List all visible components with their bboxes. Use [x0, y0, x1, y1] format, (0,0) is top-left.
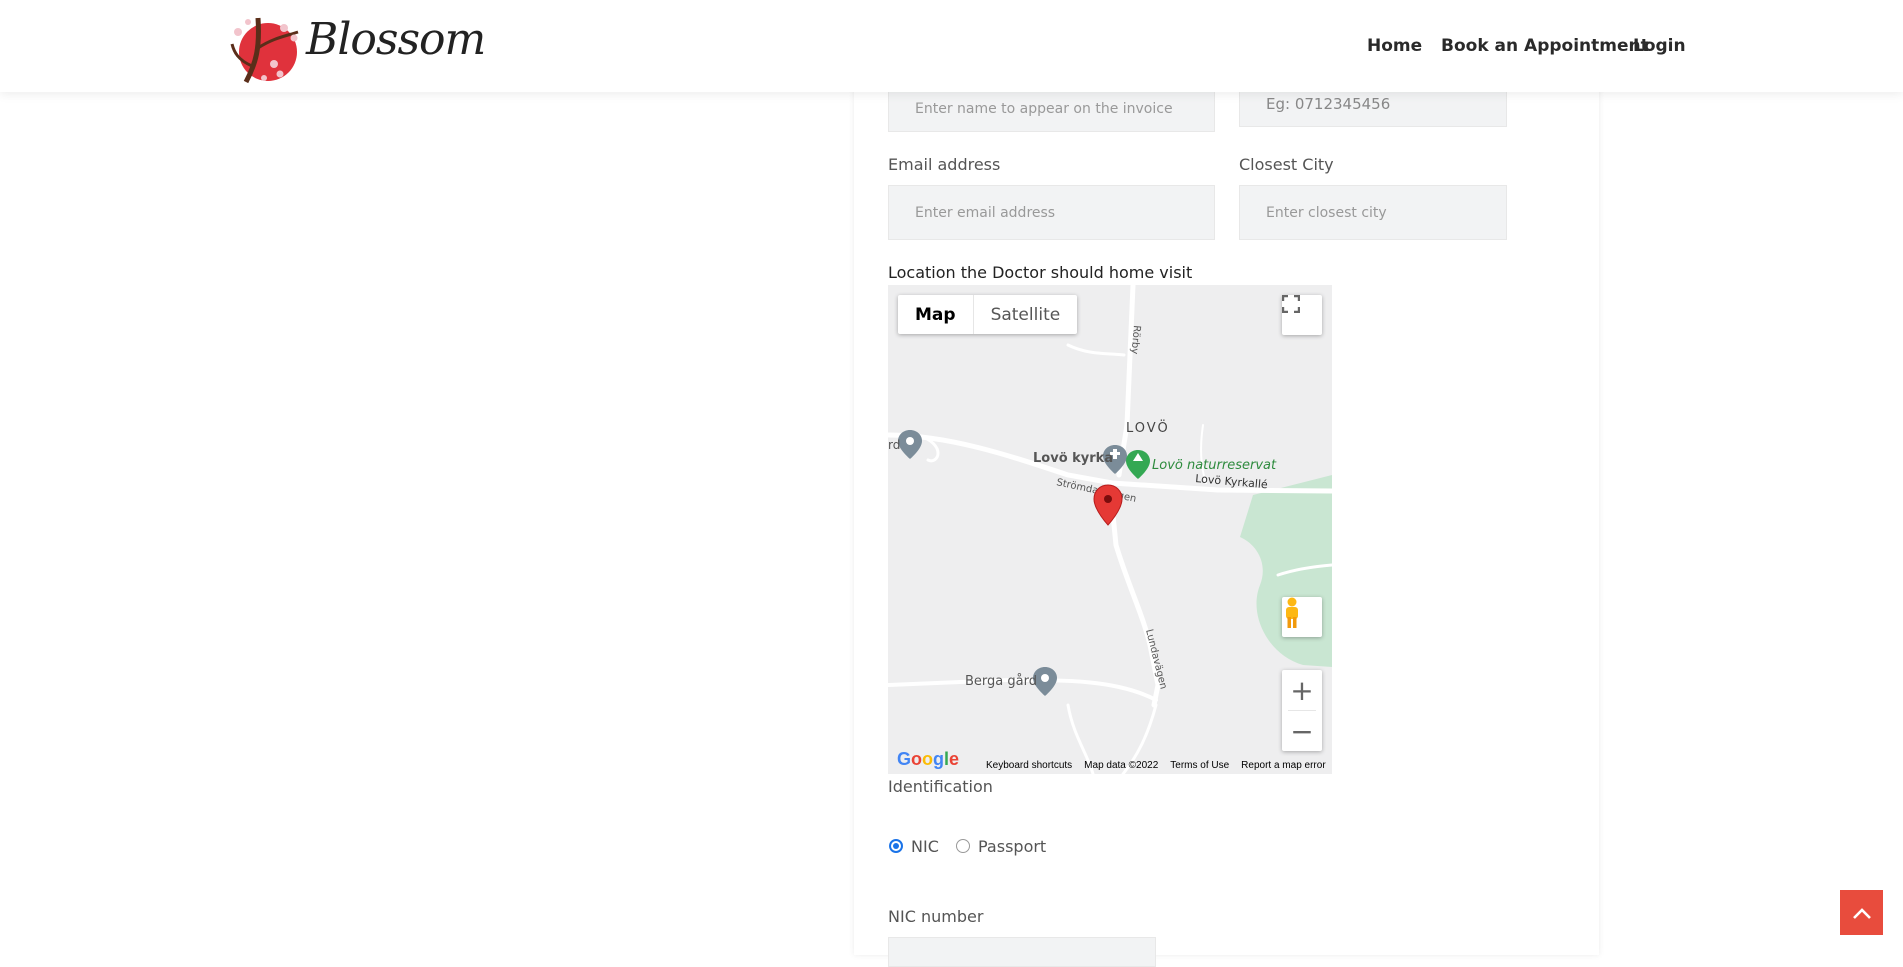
map-place-naturreservat: Lovö naturreservat	[1152, 458, 1277, 473]
nic-number-input[interactable]	[888, 937, 1156, 967]
road-north-spur	[1066, 343, 1126, 357]
email-input[interactable]: Enter email address	[888, 185, 1215, 240]
nav-book-appointment[interactable]: Book an Appointment	[1441, 36, 1649, 56]
radio-passport-label[interactable]: Passport	[978, 837, 1046, 856]
map-road-lunda: Lundavägen	[1143, 628, 1169, 690]
email-placeholder: Enter email address	[915, 204, 1056, 221]
radio-passport[interactable]	[956, 839, 970, 853]
zoom-out-button[interactable]: −	[1282, 711, 1322, 751]
map-type-map-button[interactable]: Map	[898, 295, 974, 334]
google-logo[interactable]: Google	[897, 749, 959, 770]
radio-nic[interactable]	[889, 839, 903, 853]
fullscreen-icon	[1282, 295, 1300, 313]
blossom-logo-icon	[230, 17, 299, 84]
map-canvas[interactable]: LOVÖ Rörby Strömdalsvägen Lovö Kyrkallé …	[888, 285, 1332, 774]
identification-label: Identification	[888, 777, 993, 796]
nic-number-label: NIC number	[888, 907, 984, 926]
zoom-control: + −	[1282, 670, 1322, 751]
city-input[interactable]: Enter closest city	[1239, 185, 1507, 240]
nav-home[interactable]: Home	[1367, 36, 1422, 56]
map-type-control: Map Satellite	[898, 295, 1078, 334]
keyboard-shortcuts-link[interactable]: Keyboard shortcuts	[986, 760, 1072, 771]
location-marker-icon[interactable]	[1093, 484, 1123, 526]
email-label: Email address	[888, 155, 1001, 174]
chevron-up-icon	[1852, 907, 1871, 919]
location-map[interactable]: LOVÖ Rörby Strömdalsvägen Lovö Kyrkallé …	[888, 285, 1332, 774]
location-label: Location the Doctor should home visit	[888, 263, 1193, 282]
poi-pin-west-icon	[898, 430, 922, 459]
street-view-pegman[interactable]	[1282, 597, 1322, 637]
zoom-in-button[interactable]: +	[1282, 670, 1322, 710]
brand-logo[interactable]: Blossom	[228, 8, 486, 88]
site-header: Blossom Home Book an Appointment Login	[0, 0, 1903, 92]
map-partial-label: rd	[888, 438, 900, 452]
minus-icon: −	[1290, 714, 1314, 748]
map-attribution: Keyboard shortcuts Map data ©2022 Terms …	[986, 756, 1326, 774]
map-area-label: LOVÖ	[1126, 419, 1170, 436]
phone-placeholder: Eg: 0712345456	[1266, 94, 1391, 113]
park-pin-icon	[1126, 450, 1150, 479]
map-place-berga: Berga gård	[965, 674, 1037, 689]
pegman-icon	[1286, 597, 1298, 628]
map-place-kyrka: Lovö kyrka	[1033, 451, 1113, 466]
map-data-text: Map data ©2022	[1084, 759, 1159, 771]
brand-name: Blossom	[306, 14, 486, 65]
map-type-satellite-button[interactable]: Satellite	[974, 295, 1078, 334]
terms-link[interactable]: Terms of Use	[1170, 760, 1229, 771]
park-area	[1240, 475, 1332, 667]
nav-login[interactable]: Login	[1633, 36, 1686, 56]
city-label: Closest City	[1239, 155, 1334, 174]
road-lunda	[1107, 482, 1161, 708]
plus-icon: +	[1290, 673, 1314, 707]
back-to-top-button[interactable]	[1840, 890, 1883, 935]
fullscreen-button[interactable]	[1282, 295, 1322, 335]
radio-nic-label[interactable]: NIC	[911, 837, 939, 856]
report-error-link[interactable]: Report a map error	[1241, 760, 1325, 771]
invoice-name-placeholder: Enter name to appear on the invoice	[915, 101, 1173, 117]
city-placeholder: Enter closest city	[1266, 204, 1387, 221]
